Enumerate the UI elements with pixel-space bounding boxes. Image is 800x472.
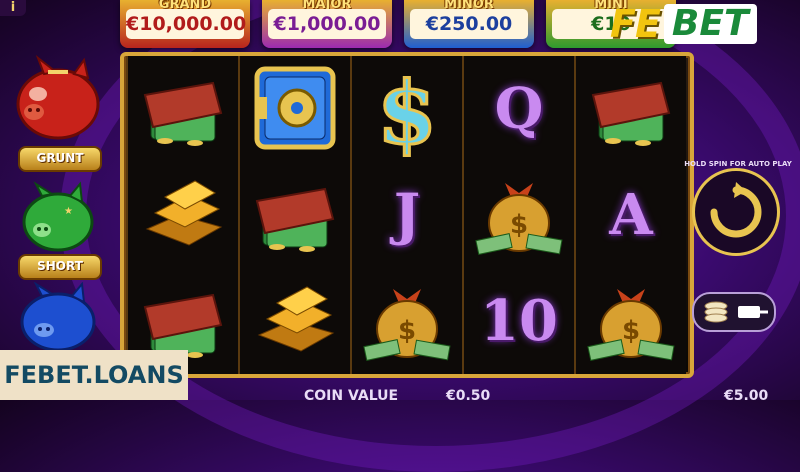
watermark-text: FEBET.LOANS [0,350,188,400]
svg-text:$: $ [398,316,416,346]
jackpot-grand-amount: €10,000.00 [126,9,246,39]
card-symbol: A [609,182,653,248]
hold-spin-label: HOLD SPIN FOR AUTO PLAY [684,160,792,168]
symbol-money-bag: $ [576,268,686,374]
svg-text:$: $ [622,316,640,346]
symbol-q: Q [464,56,574,162]
piggy-short: ★ SHORT [8,180,108,280]
svg-text:$: $ [377,63,437,157]
dollar-sign-icon: $ [376,62,439,158]
piggy-grunt: GRUNT [8,52,108,172]
logo-part-fe: FE [610,2,661,46]
bet-settings-button[interactable] [692,292,776,332]
symbol-a: A [576,162,686,268]
symbol-safe [240,56,350,162]
money-bag-icon: $ [475,183,563,255]
coin-stack-icon [704,301,768,323]
card-symbol: 10 [480,288,558,354]
jackpot-grand: GRAND €10,000.00 [120,0,250,48]
wallet-icon [591,81,671,146]
symbol-dollar: $ [352,56,462,162]
piggy-blue-icon [20,281,96,352]
piggy-green-icon: ★ [22,181,94,252]
symbol-money-bag: $ [352,268,462,374]
svg-text:$: $ [510,210,528,240]
jackpot-major: MAJOR €1,000.00 [262,0,392,48]
jackpot-minor: MINOR €250.00 [404,0,534,48]
card-symbol: Q [494,76,544,142]
jackpot-major-amount: €1,000.00 [268,9,386,39]
reel-5: A $ [574,56,686,374]
coin-value-label: COIN VALUE [304,388,399,404]
brand-logo: FE BET [610,2,757,46]
symbol-gold-bars [240,268,350,374]
svg-text:★: ★ [64,206,73,217]
reel-2 [238,56,350,374]
money-bag-icon: $ [587,289,675,361]
gold-bars-icon [145,180,223,246]
piggy-short-label: SHORT [18,254,102,280]
symbol-ten: 10 [464,268,574,374]
spin-arrow-icon [710,182,762,238]
logo-part-bet: BET [663,4,757,44]
safe-icon [254,66,336,150]
piggy-blue [8,281,108,352]
jackpot-minor-amount: €250.00 [410,9,528,39]
reel-3: $ J $ [350,56,462,374]
symbol-gold-bars [128,162,238,268]
symbol-j: J [352,162,462,268]
symbol-wallet [128,56,238,162]
coin-value: €0.50 [446,388,491,404]
money-bag-icon: $ [363,289,451,361]
gold-bars-icon [257,286,335,352]
symbol-wallet [240,162,350,268]
spin-button[interactable] [692,168,780,256]
symbol-wallet [576,56,686,162]
wallet-icon [143,81,223,146]
wallet-icon [255,187,335,252]
info-button[interactable]: i [0,0,26,16]
piggy-red-icon [16,55,100,140]
reel-grid: $ J $ Q $ 10 A $ [120,52,694,378]
piggy-grunt-label: GRUNT [18,146,102,172]
bet-value: €5.00 [724,388,769,404]
card-symbol: J [393,182,421,248]
reel-4: Q $ 10 [462,56,574,374]
reel-1 [126,56,238,374]
symbol-money-bag: $ [464,162,574,268]
